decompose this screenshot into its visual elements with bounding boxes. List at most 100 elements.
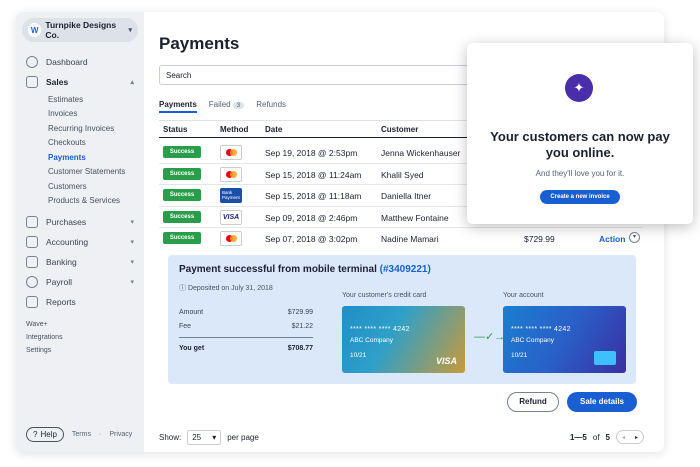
prev-page-icon[interactable]: ◂ [622,434,625,441]
payroll-icon [26,276,38,288]
banking-icon [26,256,38,268]
mastercard-icon [220,166,242,182]
per-page-select[interactable]: 25 ▾ [187,430,222,445]
chevron-down-icon: ▾ [130,219,134,226]
visa-icon: VISA [220,209,242,225]
chevron-down-icon: ▾ [212,433,217,442]
help-label: Help [40,430,57,439]
account-card: **** **** **** 4242 ABC Company 10/21 [503,306,626,373]
next-page-icon[interactable]: ▸ [635,434,638,441]
chevron-down-icon: ▾ [130,239,134,246]
summary-value: $21.22 [291,322,313,330]
summary-label: Amount [179,308,204,316]
summary-value: $708.77 [287,345,313,352]
column-header-status: Status [163,125,188,134]
card-chip-icon [594,351,616,365]
per-page-label: per page [227,433,259,442]
detail-title: Payment successful from mobile terminal … [179,264,431,275]
sidebar-subitem-customer-statements[interactable]: Customer Statements [16,165,144,180]
sidebar-item-label: Dashboard [46,57,88,67]
sidebar: W Turnpike Designs Co. ▾ Dashboard Sales… [16,12,144,452]
sidebar-item-label: Sales [46,77,69,87]
terms-link[interactable]: Terms [72,431,91,438]
popup-subtitle: And they'll love you for it. [535,169,625,178]
sidebar-link-settings[interactable]: Settings [16,344,144,357]
sidebar-item-label: Reports [46,297,76,307]
customer-name: Jenna Wickenhauser [381,148,461,158]
payment-amount: $729.99 [524,234,555,244]
action-menu-button[interactable]: Action [599,234,625,244]
popup-title: Your customers can now pay you online. [490,129,670,160]
chevron-down-icon: ▾ [130,279,134,286]
show-label: Show: [159,433,182,442]
page-nav: ◂ ▸ [616,430,644,444]
detail-title-text: Payment successful from mobile terminal [179,264,377,275]
card-company: ABC Company [511,337,554,344]
tab-refunds[interactable]: Refunds [256,100,286,113]
sidebar-item-purchases[interactable]: Purchases ▾ [16,212,144,232]
tab-failed[interactable]: Failed 3 [209,100,245,113]
sidebar-item-banking[interactable]: Banking ▾ [16,252,144,272]
tab-payments[interactable]: Payments [159,100,197,113]
page-size-control: Show: 25 ▾ per page [159,430,259,445]
transfer-arrow-icon: —✓→ [474,331,506,343]
company-switcher[interactable]: W Turnpike Designs Co. ▾ [22,18,138,42]
mastercard-icon [220,231,242,246]
status-badge: Success [163,189,201,201]
sale-details-button[interactable]: Sale details [567,392,637,412]
refund-button[interactable]: Refund [507,392,559,412]
mastercard-icon [220,145,242,160]
sidebar-item-sales[interactable]: Sales ▴ [16,72,144,92]
promo-popup: ✦ Your customers can now pay you online.… [467,43,693,224]
payment-reference-link[interactable]: (#3409221) [380,264,431,275]
sidebar-item-payroll[interactable]: Payroll ▾ [16,272,144,292]
sidebar-subitem-recurring-invoices[interactable]: Recurring Invoices [16,121,144,136]
customer-name: Daniella Itner [381,191,432,201]
bank-payment-icon: Bank Payment [220,188,242,203]
payment-detail-panel: Payment successful from mobile terminal … [168,255,636,384]
customer-credit-card: **** **** **** 4242 ABC Company 10/21 VI… [342,306,465,373]
question-icon: ? [33,430,38,439]
customer-name: Khalil Syed [381,169,424,180]
column-header-date: Date [265,125,283,134]
sidebar-item-dashboard[interactable]: Dashboard [16,52,144,72]
summary-label: Fee [179,322,192,330]
sidebar-item-label: Purchases [46,217,87,227]
sidebar-subitem-products-services[interactable]: Products & Services [16,194,144,209]
sidebar-item-label: Payroll [46,277,72,287]
sidebar-subitem-checkouts[interactable]: Checkouts [16,136,144,151]
summary-row-fee: Fee $21.22 [179,319,313,333]
sidebar-subitem-customers[interactable]: Customers [16,179,144,194]
cart-icon [26,216,38,228]
chevron-down-icon[interactable]: ▾ [629,232,640,243]
status-badge: Success [163,232,201,244]
party-popper-icon: ✦ [565,74,593,102]
payment-date: Sep 09, 2018 @ 2:46pm [265,212,358,223]
page-title: Payments [159,34,240,53]
sidebar-link-integrations[interactable]: Integrations [16,331,144,344]
payment-date: Sep 19, 2018 @ 2:53pm [265,148,358,158]
sidebar-item-reports[interactable]: Reports [16,292,144,312]
page-of-label: of [592,432,600,442]
create-invoice-button[interactable]: Create a new invoice [540,190,620,204]
table-row-expanded[interactable]: Success Sep 07, 2018 @ 3:02pm Nadine Mam… [159,228,643,250]
page-range: 1—5 [569,432,587,442]
summary-value: $729.99 [287,308,313,316]
column-header-method: Method [220,125,249,134]
tab-bar: Payments Failed 3 Refunds [159,100,286,113]
info-icon: ⓘ [179,285,186,292]
sidebar-item-accounting[interactable]: Accounting ▾ [16,232,144,252]
sidebar-subitem-estimates[interactable]: Estimates [16,92,144,107]
privacy-link[interactable]: Privacy [109,431,132,438]
sidebar-subitem-payments[interactable]: Payments [16,150,144,165]
sidebar-link-wave-plus[interactable]: Wave+ [16,318,144,331]
status-badge: Success [163,210,201,223]
summary-row-total: You get $708.77 [179,337,313,352]
help-button[interactable]: ? Help [26,427,64,442]
status-badge: Success [163,167,201,180]
bank-icon [26,236,38,248]
payment-date: Sep 15, 2018 @ 11:18am [265,191,362,201]
sidebar-subitem-invoices[interactable]: Invoices [16,107,144,122]
chevron-up-icon: ▴ [130,79,134,86]
card-company: ABC Company [350,337,393,344]
